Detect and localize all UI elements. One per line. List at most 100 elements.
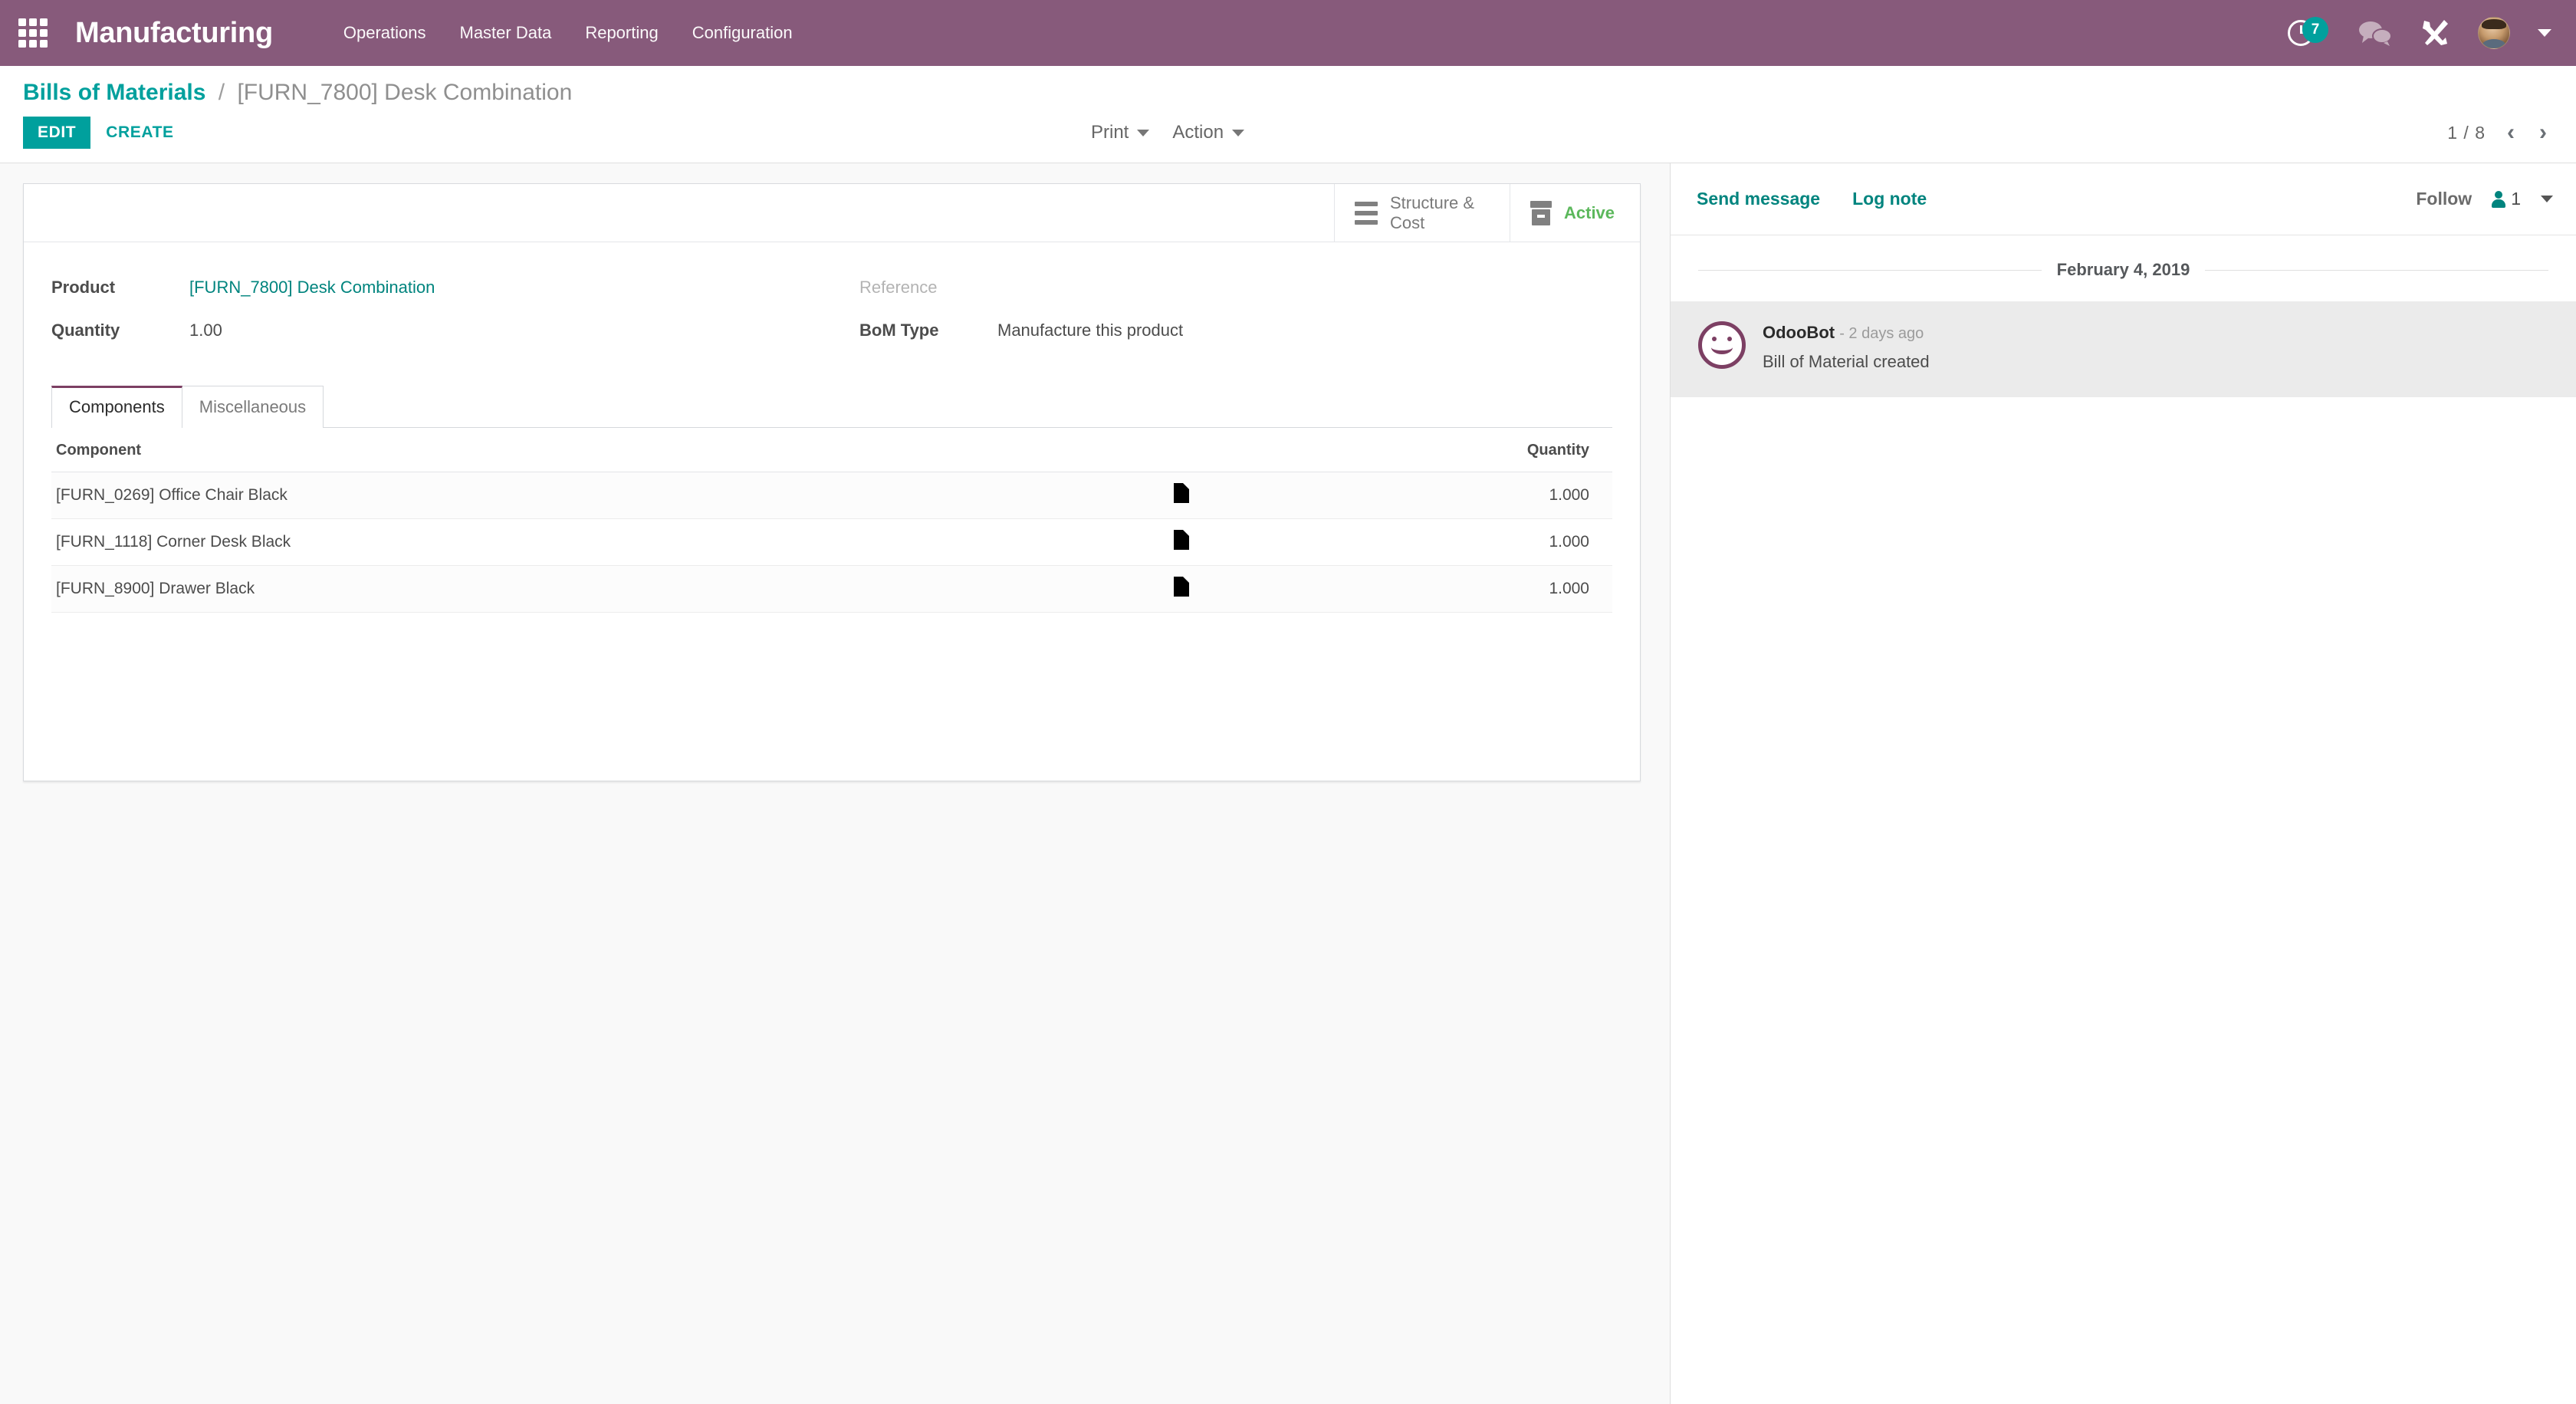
chatter-message: OdooBot - 2 days ago Bill of Material cr… bbox=[1671, 301, 2576, 397]
cell-component[interactable]: [FURN_8900] Drawer Black bbox=[51, 565, 1159, 613]
menu-item-operations[interactable]: Operations bbox=[327, 15, 443, 51]
breadcrumb-current: [FURN_7800] Desk Combination bbox=[237, 80, 573, 105]
apps-grid-cell bbox=[18, 40, 26, 48]
document-icon[interactable] bbox=[1174, 577, 1190, 597]
cell-component[interactable]: [FURN_0269] Office Chair Black bbox=[51, 472, 1159, 519]
table-row[interactable]: [FURN_1118] Corner Desk Black 1.000 bbox=[51, 518, 1612, 566]
print-dropdown[interactable]: Print bbox=[1085, 119, 1155, 146]
menu-item-master-data[interactable]: Master Data bbox=[443, 15, 569, 51]
breadcrumb-separator: / bbox=[218, 80, 225, 105]
print-label: Print bbox=[1091, 122, 1129, 143]
column-header-component[interactable]: Component bbox=[51, 428, 1159, 472]
cell-document[interactable] bbox=[1158, 518, 1205, 566]
send-message-button[interactable]: Send message bbox=[1697, 189, 1820, 209]
edit-button[interactable]: EDIT bbox=[23, 117, 91, 149]
navbar-systray: 7 bbox=[2288, 15, 2555, 51]
chatter-toolbar: Send message Log note Follow 1 bbox=[1671, 163, 2576, 235]
list-lines-icon bbox=[1355, 201, 1378, 225]
chevron-down-icon bbox=[1232, 129, 1245, 136]
stat-button-active[interactable]: Active bbox=[1510, 184, 1640, 242]
control-panel-dropdowns: Print Action bbox=[1085, 119, 1250, 146]
avatar bbox=[2478, 17, 2510, 49]
form-column-right: Reference BoM Type Manufacture this prod… bbox=[832, 276, 1640, 362]
notebook-tabs: Components Miscellaneous bbox=[51, 385, 1612, 428]
table-body: [FURN_0269] Office Chair Black 1.000 [FU… bbox=[51, 472, 1612, 613]
app-brand-title[interactable]: Manufacturing bbox=[75, 17, 273, 50]
field-quantity: Quantity 1.00 bbox=[51, 319, 832, 345]
page-body: Structure & Cost Active Product [FURN_78… bbox=[0, 163, 2576, 1404]
pager: 1 / 8 ‹ › bbox=[2447, 121, 2550, 144]
pager-counter[interactable]: 1 / 8 bbox=[2447, 123, 2486, 143]
document-icon[interactable] bbox=[1174, 483, 1190, 503]
menu-item-configuration[interactable]: Configuration bbox=[675, 15, 810, 51]
divider bbox=[1698, 269, 2042, 271]
field-label-bom-type: BoM Type bbox=[859, 321, 939, 340]
tab-miscellaneous[interactable]: Miscellaneous bbox=[181, 386, 324, 428]
form-sheet: Structure & Cost Active Product [FURN_78… bbox=[23, 183, 1641, 781]
cell-quantity[interactable]: 1.000 bbox=[1204, 472, 1612, 519]
column-header-spacer bbox=[1158, 428, 1205, 472]
apps-grid-cell bbox=[18, 18, 26, 26]
divider bbox=[2205, 269, 2549, 271]
chatter-date-separator: February 4, 2019 bbox=[1671, 235, 2576, 301]
apps-grid-cell bbox=[29, 40, 37, 48]
table-row[interactable]: [FURN_0269] Office Chair Black 1.000 bbox=[51, 472, 1612, 519]
document-icon[interactable] bbox=[1174, 530, 1190, 550]
date-label: February 4, 2019 bbox=[2056, 260, 2190, 279]
field-reference: Reference bbox=[859, 276, 1640, 302]
caret-down-icon[interactable] bbox=[2538, 29, 2551, 37]
stat-button-bar: Structure & Cost Active bbox=[24, 184, 1640, 242]
followers-button[interactable]: 1 bbox=[2492, 189, 2521, 209]
field-value-quantity[interactable]: 1.00 bbox=[189, 319, 222, 340]
breadcrumb-root-link[interactable]: Bills of Materials bbox=[23, 80, 205, 105]
archive-box-icon bbox=[1530, 200, 1552, 225]
log-note-button[interactable]: Log note bbox=[1852, 189, 1927, 209]
activity-count-badge[interactable]: 7 bbox=[2302, 17, 2328, 43]
follower-count: 1 bbox=[2511, 189, 2521, 209]
messages-button[interactable] bbox=[2358, 19, 2392, 47]
chat-bubbles-icon bbox=[2359, 21, 2392, 46]
chevron-left-icon[interactable]: ‹ bbox=[2504, 121, 2518, 144]
breadcrumb: Bills of Materials / [FURN_7800] Desk Co… bbox=[0, 80, 2576, 113]
user-menu-button[interactable] bbox=[2478, 17, 2510, 49]
action-dropdown[interactable]: Action bbox=[1166, 119, 1250, 146]
chevron-right-icon[interactable]: › bbox=[2536, 121, 2550, 144]
field-label-quantity: Quantity bbox=[51, 321, 120, 340]
field-value-product[interactable]: [FURN_7800] Desk Combination bbox=[189, 276, 435, 298]
cell-document[interactable] bbox=[1158, 472, 1205, 519]
chevron-down-icon bbox=[1137, 129, 1150, 136]
control-panel: Bills of Materials / [FURN_7800] Desk Co… bbox=[0, 66, 2576, 163]
notebook: Components Miscellaneous Component Quant… bbox=[24, 385, 1640, 613]
timesheet-timer-button[interactable]: 7 bbox=[2288, 15, 2331, 51]
caret-down-icon[interactable] bbox=[2541, 196, 2553, 202]
form-column-left: Product [FURN_7800] Desk Combination Qua… bbox=[24, 276, 832, 362]
apps-grid-icon[interactable] bbox=[17, 17, 49, 49]
cell-quantity[interactable]: 1.000 bbox=[1204, 518, 1612, 566]
apps-grid-cell bbox=[40, 18, 48, 26]
apps-grid-cell bbox=[40, 40, 48, 48]
field-bom-type: BoM Type Manufacture this product bbox=[859, 319, 1640, 345]
chatter-follow-controls: Follow 1 bbox=[2416, 189, 2553, 209]
status-badge: Active bbox=[1564, 202, 1615, 222]
column-header-quantity[interactable]: Quantity bbox=[1204, 428, 1612, 472]
follow-button[interactable]: Follow bbox=[2416, 189, 2472, 209]
create-button[interactable]: CREATE bbox=[90, 117, 189, 149]
table-row[interactable]: [FURN_8900] Drawer Black 1.000 bbox=[51, 565, 1612, 613]
menu-item-reporting[interactable]: Reporting bbox=[568, 15, 675, 51]
message-timestamp: - 2 days ago bbox=[1839, 325, 1924, 342]
debug-tools-button[interactable] bbox=[2420, 18, 2450, 48]
odoobot-smiley-avatar bbox=[1698, 321, 1746, 369]
message-author[interactable]: OdooBot bbox=[1763, 323, 1835, 342]
table-header: Component Quantity bbox=[51, 428, 1612, 472]
cell-document[interactable] bbox=[1158, 565, 1205, 613]
chatter-panel: Send message Log note Follow 1 February … bbox=[1670, 163, 2576, 1404]
table-header-row: Component Quantity bbox=[51, 428, 1612, 472]
field-value-bom-type[interactable]: Manufacture this product bbox=[997, 319, 1183, 340]
message-body: OdooBot - 2 days ago Bill of Material cr… bbox=[1763, 321, 1930, 374]
tab-components[interactable]: Components bbox=[51, 386, 182, 428]
stat-button-structure-cost[interactable]: Structure & Cost bbox=[1334, 184, 1510, 242]
cell-component[interactable]: [FURN_1118] Corner Desk Black bbox=[51, 518, 1159, 566]
person-icon bbox=[2492, 190, 2506, 208]
field-label-product: Product bbox=[51, 278, 116, 297]
cell-quantity[interactable]: 1.000 bbox=[1204, 565, 1612, 613]
